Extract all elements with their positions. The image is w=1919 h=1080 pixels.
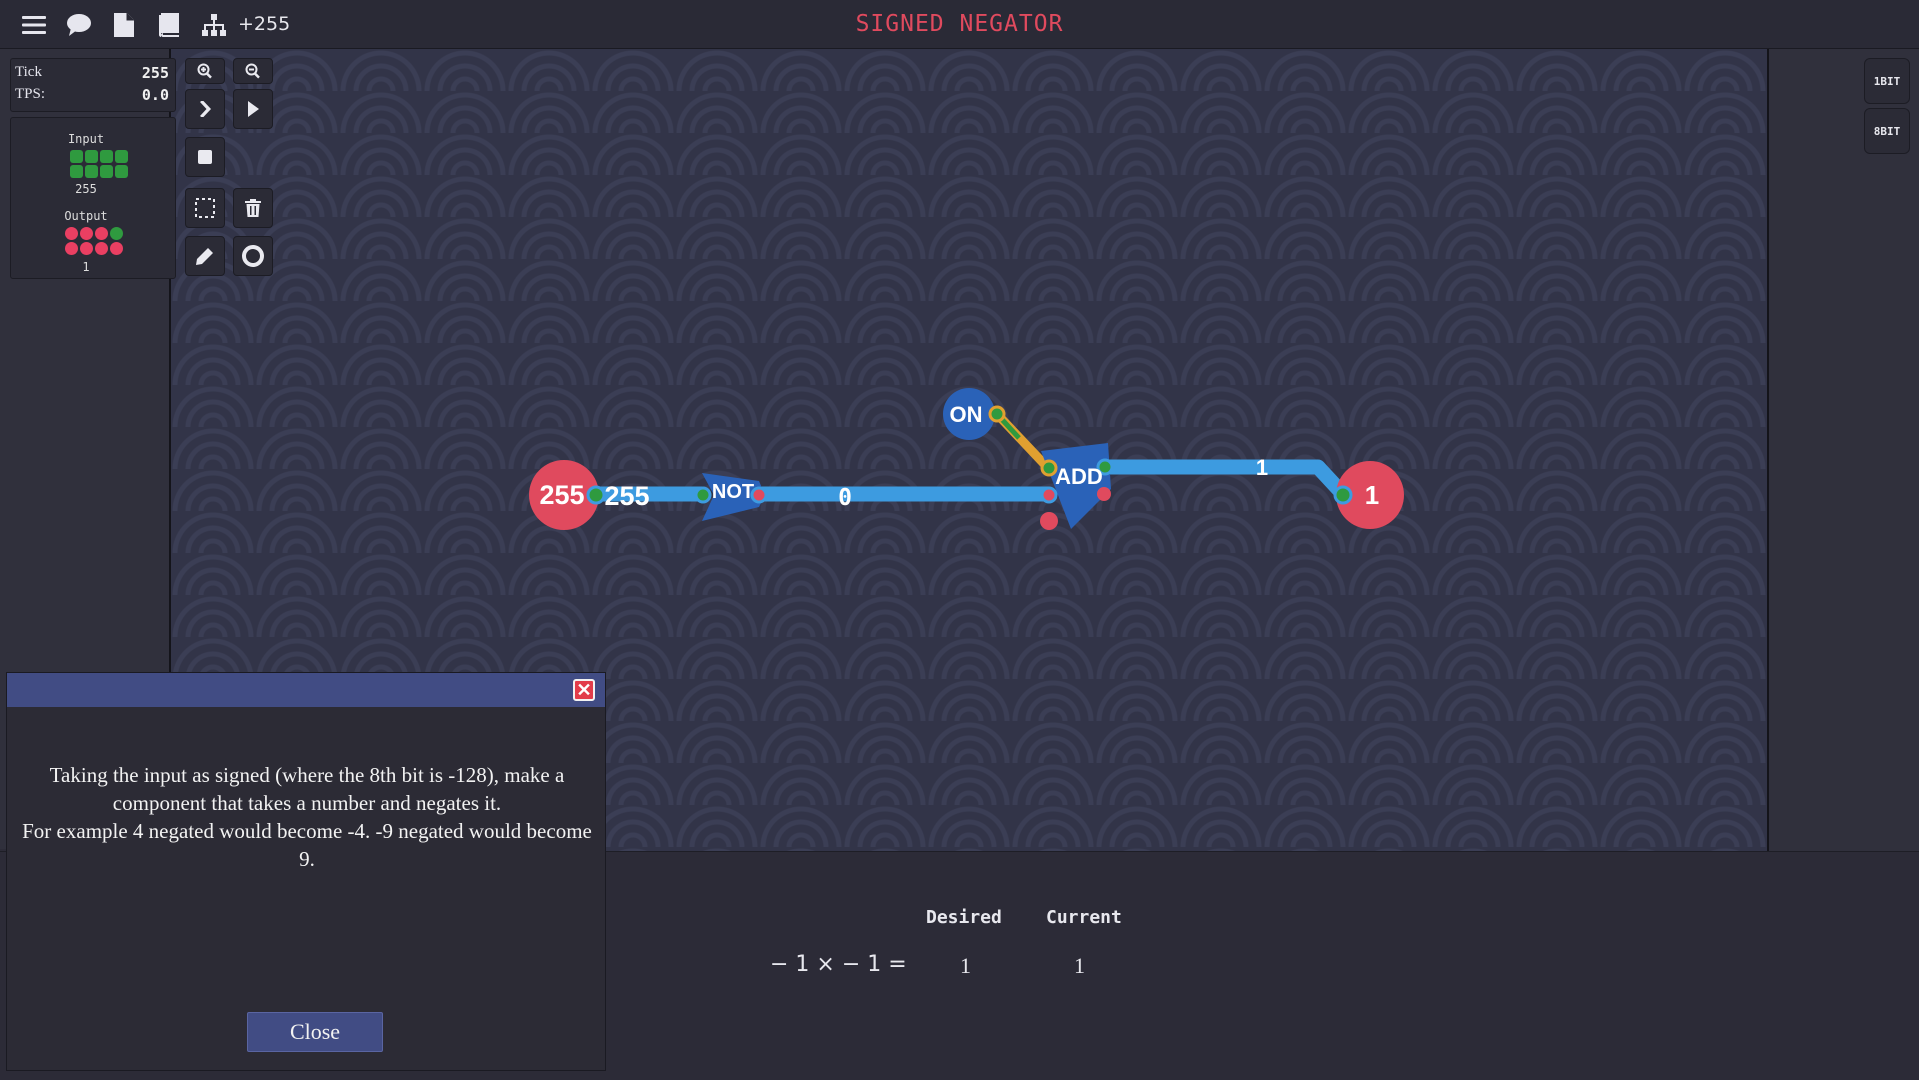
input-value: 255 <box>75 182 97 196</box>
stop-icon <box>198 150 212 164</box>
tick-label: Tick <box>15 64 42 80</box>
add-gate-input-pin[interactable] <box>1040 486 1058 504</box>
dialog-close-icon[interactable]: ✕ <box>573 679 595 701</box>
input-bits <box>70 150 128 178</box>
right-panel <box>1767 49 1919 851</box>
add-gate-overflow-pin[interactable] <box>1097 487 1111 501</box>
wire-label-0: 0 <box>838 485 852 511</box>
delete-button[interactable] <box>233 188 273 228</box>
output-bit-0 <box>65 227 78 240</box>
input-bit-6 <box>100 165 113 178</box>
play-button[interactable] <box>233 89 273 129</box>
output-bit-3 <box>110 227 123 240</box>
add-gate-unused-pin[interactable] <box>1040 512 1058 530</box>
not-gate-input-pin[interactable] <box>694 486 712 504</box>
output-node-label: 1 <box>1365 480 1379 510</box>
select-button[interactable] <box>185 188 225 228</box>
input-bit-5 <box>85 165 98 178</box>
input-bit-3 <box>115 150 128 163</box>
output-value: 1 <box>82 260 90 274</box>
step-button[interactable] <box>185 89 225 129</box>
page-title: SIGNED NEGATOR <box>855 11 1064 37</box>
dialog-text-line-1: Taking the input as signed (where the 8t… <box>49 763 565 815</box>
wire-add-output[interactable] <box>1106 459 1349 500</box>
desired-header: Desired <box>926 907 1002 928</box>
tps-row: TPS: 0.0 <box>15 86 169 106</box>
input-bit-7 <box>115 165 128 178</box>
add-gate-label: ADD <box>1055 464 1103 489</box>
tick-value: 255 <box>141 64 169 82</box>
1bit-mode-button[interactable]: 1BIT <box>1864 58 1910 104</box>
trash-icon <box>245 199 261 217</box>
io-panel: Input 255 Output 1 <box>10 117 176 279</box>
zoom-in-button[interactable] <box>185 58 225 84</box>
tps-label: TPS: <box>15 86 46 102</box>
input-node-pin[interactable] <box>586 485 606 505</box>
close-button[interactable]: Close <box>247 1012 383 1052</box>
stop-button[interactable] <box>185 137 225 177</box>
output-label: Output <box>64 209 108 223</box>
pencil-icon <box>196 248 213 265</box>
tick-row: Tick 255 <box>15 64 169 84</box>
tick-stats-panel: Tick 255 TPS: 0.0 <box>10 58 176 112</box>
selection-box-icon <box>195 198 215 218</box>
output-bit-2 <box>95 227 108 240</box>
output-bit-5 <box>80 242 93 255</box>
wire-label-255: 255 <box>604 481 649 511</box>
input-label: Input <box>67 132 105 146</box>
input-bit-1 <box>85 150 98 163</box>
input-bit-4 <box>70 165 83 178</box>
on-constant-label: ON <box>950 402 983 427</box>
wire-label-1: 1 <box>1256 455 1268 480</box>
zoom-in-icon <box>197 63 212 79</box>
8bit-mode-button[interactable]: 8BIT <box>1864 108 1910 154</box>
current-value: 1 <box>1074 953 1085 978</box>
output-node-pin[interactable] <box>1333 485 1353 505</box>
dialog-header <box>7 673 605 707</box>
on-constant-pin[interactable] <box>988 405 1006 423</box>
zoom-out-icon <box>245 63 260 79</box>
output-bit-7 <box>110 242 123 255</box>
zoom-out-button[interactable] <box>233 58 273 84</box>
input-node-label: 255 <box>539 480 584 510</box>
output-bit-4 <box>65 242 78 255</box>
ring-icon <box>242 245 264 267</box>
current-header: Current <box>1046 907 1122 928</box>
pencil-button[interactable] <box>185 236 225 276</box>
tps-value: 0.0 <box>141 86 169 104</box>
input-bit-2 <box>100 150 113 163</box>
equation: − 1 × − 1 = <box>770 952 907 977</box>
step-forward-icon <box>200 101 211 117</box>
instructions-dialog: ✕ Taking the input as signed (where the … <box>6 672 606 1071</box>
output-bits <box>65 227 123 255</box>
ring-tool-button[interactable] <box>233 236 273 276</box>
add-gate-carry-pin[interactable] <box>1040 459 1058 477</box>
output-bit-6 <box>95 242 108 255</box>
output-bit-1 <box>80 227 93 240</box>
input-bit-0 <box>70 150 83 163</box>
dialog-body: Taking the input as signed (where the 8t… <box>19 761 595 873</box>
dialog-text-line-2: For example 4 negated would become -4. -… <box>22 819 592 871</box>
play-icon <box>248 101 259 117</box>
not-gate-label: NOT <box>712 481 754 503</box>
desired-value: 1 <box>960 953 971 978</box>
top-bar: +255 SIGNED NEGATOR <box>0 0 1919 49</box>
